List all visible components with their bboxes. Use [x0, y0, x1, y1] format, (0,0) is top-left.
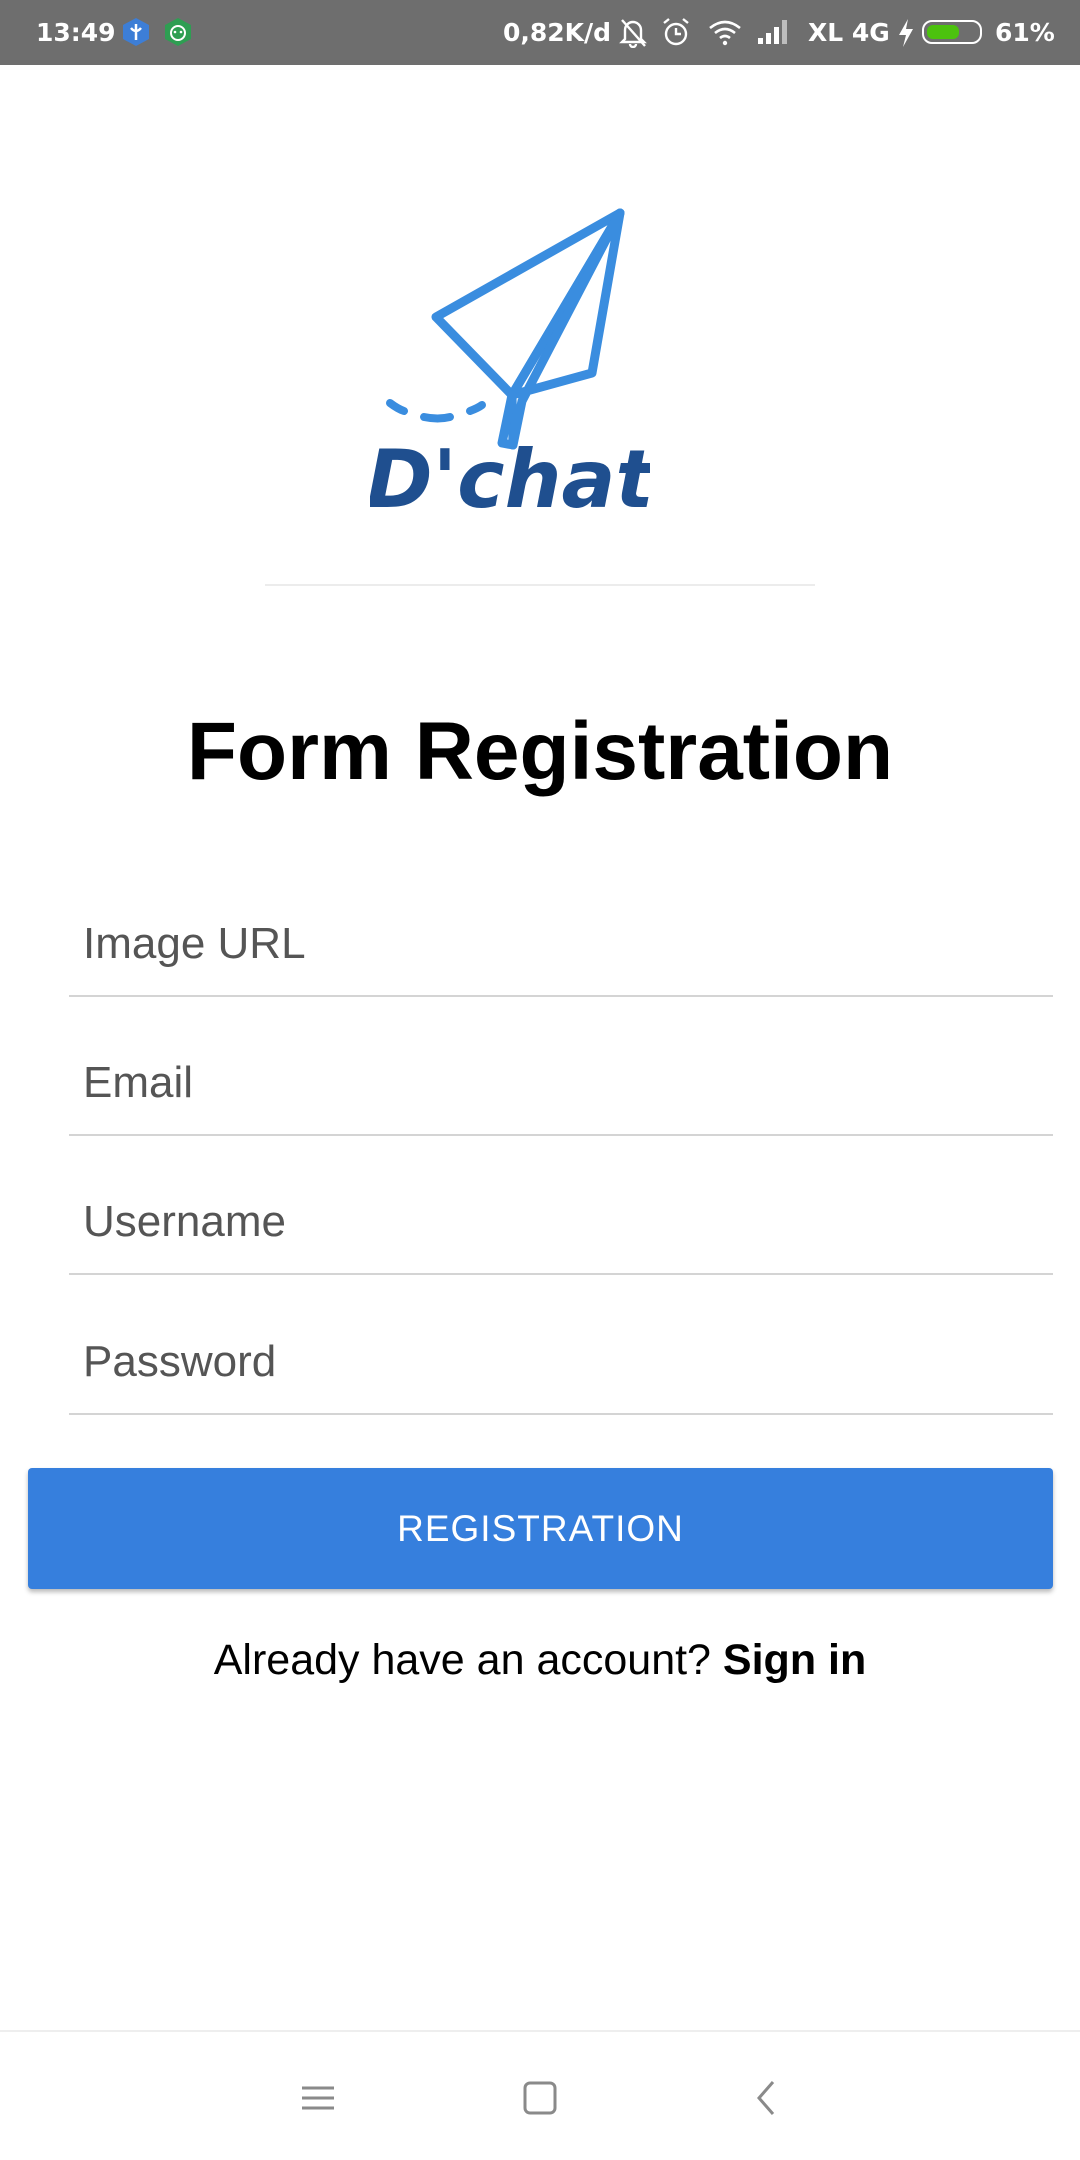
battery-icon: [922, 20, 982, 44]
registration-screen: 13:49 0,82K/d XL 4G 61% D'chat Form Regi…: [0, 0, 1080, 2160]
nav-bar-divider: [0, 2030, 1080, 2032]
status-bar: 13:49 0,82K/d XL 4G 61%: [0, 0, 1080, 65]
shield-app-icon: [120, 16, 152, 48]
signin-prompt-text: Already have an account?: [213, 1636, 711, 1684]
status-time: 13:49: [36, 18, 116, 47]
menu-icon[interactable]: [288, 2068, 348, 2128]
charging-icon: [897, 18, 915, 48]
battery-level-fill: [927, 25, 959, 39]
password-input[interactable]: [83, 1337, 1023, 1387]
signin-link[interactable]: Sign in: [723, 1636, 866, 1684]
back-icon[interactable]: [737, 2068, 797, 2128]
network-speed: 0,82K/d: [503, 18, 612, 47]
password-field: [69, 1277, 1053, 1415]
wifi-icon: [707, 16, 743, 48]
image-url-input[interactable]: [83, 919, 1023, 969]
email-field: [69, 998, 1053, 1136]
email-input[interactable]: [83, 1058, 1023, 1108]
battery-percent: 61%: [995, 18, 1055, 47]
signin-prompt-row: Already have an account? Sign in: [0, 1636, 1080, 1685]
android-app-icon: [162, 16, 194, 48]
paper-plane-icon: D'chat: [366, 208, 657, 526]
username-input[interactable]: [83, 1197, 1023, 1247]
home-square-icon[interactable]: [510, 2068, 570, 2128]
signal-icon: [756, 16, 792, 48]
registration-button[interactable]: REGISTRATION: [28, 1468, 1053, 1589]
image-url-field: [69, 859, 1053, 997]
app-logo: D'chat: [366, 195, 657, 535]
carrier-label: XL 4G: [808, 18, 890, 47]
bell-muted-icon: [618, 16, 648, 48]
username-field: [69, 1137, 1053, 1275]
logo-divider: [265, 584, 815, 586]
page-title: Form Registration: [186, 706, 894, 797]
alarm-icon: [660, 16, 692, 48]
brand-name: D'chat: [370, 433, 650, 526]
